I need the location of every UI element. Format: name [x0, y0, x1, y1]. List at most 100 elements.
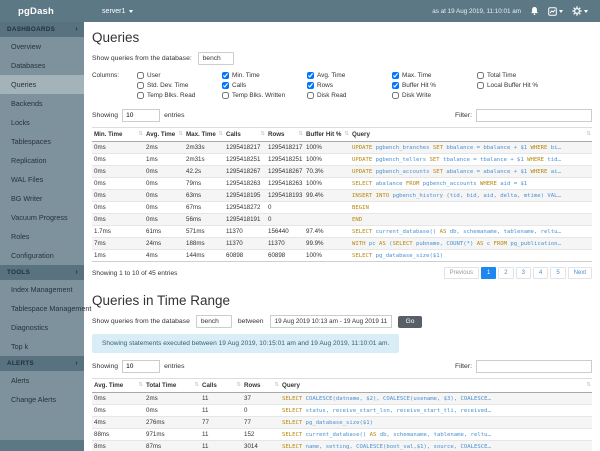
- sidebar-item-replication[interactable]: Replication: [0, 151, 84, 170]
- query-link[interactable]: SELECT current_database() AS db, scheman…: [350, 225, 592, 238]
- pagination-previous[interactable]: Previous: [443, 267, 479, 279]
- query-link[interactable]: UPDATE pgbench_tellers SET tbalance = tb…: [350, 153, 592, 166]
- range-db-label: Show queries from the database: [92, 318, 190, 325]
- sidebar-item-wal-files[interactable]: WAL Files: [0, 170, 84, 189]
- sidebar-item-queries[interactable]: Queries: [0, 75, 84, 94]
- sidebar-item-backends[interactable]: Backends: [0, 94, 84, 113]
- sidebar-item-roles[interactable]: Roles: [0, 227, 84, 246]
- query-link[interactable]: SELECT pg_database_size($1): [280, 416, 592, 429]
- table-header-row: Min. Time ⇅ Avg. Time ⇅ Max. Time ⇅ Calls ⇅ Rows…: [92, 127, 592, 142]
- column-header-avg-time[interactable]: Avg. Time ⇅: [92, 378, 144, 393]
- page-length-input[interactable]: [122, 109, 161, 122]
- db-select[interactable]: bench: [197, 52, 234, 65]
- query-link[interactable]: WITH pc AS (SELECT pubname, COUNT(*) AS …: [350, 237, 592, 250]
- column-checkbox-buffer-hit-%[interactable]: [392, 82, 399, 89]
- column-header-max-time[interactable]: Max. Time ⇅: [184, 127, 224, 142]
- column-header-rows[interactable]: Rows ⇅: [242, 378, 280, 393]
- settings-menu-button[interactable]: [572, 6, 588, 16]
- table-row: 88ms 971ms 11 152 SELECT current_database() …: [92, 428, 592, 441]
- sidebar-item-configuration[interactable]: Configuration: [0, 246, 84, 265]
- table-cell: 2ms: [144, 392, 200, 405]
- column-checkbox-min-time[interactable]: [222, 72, 229, 79]
- column-checkbox-disk-write[interactable]: [392, 92, 399, 99]
- column-header-rows[interactable]: Rows ⇅: [266, 127, 304, 142]
- range-db-select[interactable]: bench: [195, 315, 232, 328]
- pagination-page-2[interactable]: 2: [498, 267, 514, 279]
- query-link[interactable]: BEGIN: [350, 201, 592, 214]
- sidebar-section-alerts[interactable]: ALERTS ›: [0, 356, 84, 371]
- go-button[interactable]: Go: [397, 315, 423, 328]
- column-checkbox-total-time[interactable]: [477, 72, 484, 79]
- column-header-calls[interactable]: Calls ⇅: [224, 127, 266, 142]
- pagination-page-5[interactable]: 5: [550, 267, 566, 279]
- pagination-next[interactable]: Next: [567, 267, 592, 279]
- sidebar-item-diagnostics[interactable]: Diagnostics: [0, 318, 84, 337]
- table-cell: 77: [200, 416, 242, 429]
- pagination: Previous 1 2 3 4 5 Next: [442, 267, 592, 279]
- column-option-label: Temp Blks. Read: [147, 92, 196, 99]
- column-group: Avg. Time Rows Disk Read: [307, 72, 392, 102]
- column-header-calls[interactable]: Calls ⇅: [200, 378, 242, 393]
- sidebar-section-dashboards[interactable]: DASHBOARDS ›: [0, 22, 84, 37]
- query-link[interactable]: UPDATE pgbench_branches SET bbalance = b…: [350, 141, 592, 154]
- column-header-query[interactable]: Query ⇅: [350, 127, 592, 142]
- filter-input-2[interactable]: [476, 360, 592, 373]
- pagination-page-3[interactable]: 3: [515, 267, 531, 279]
- sidebar-item-alerts[interactable]: Alerts: [0, 371, 84, 390]
- table-cell: 0ms: [144, 213, 184, 226]
- column-header-query[interactable]: Query ⇅: [280, 378, 592, 393]
- sidebar-section-tools[interactable]: TOOLS ›: [0, 265, 84, 280]
- table-cell: 100%: [304, 153, 350, 166]
- query-link[interactable]: END: [350, 213, 592, 226]
- sidebar-item-vacuum-progress[interactable]: Vacuum Progress: [0, 208, 84, 227]
- column-header-total-time[interactable]: Total Time ⇅: [144, 378, 200, 393]
- column-option-label: Total Time: [487, 72, 517, 79]
- sidebar-item-change-alerts[interactable]: Change Alerts: [0, 390, 84, 409]
- server-selector[interactable]: server1: [102, 8, 134, 15]
- column-checkbox-std-dev-time[interactable]: [137, 82, 144, 89]
- query-link[interactable]: SELECT name, setting, COALESCE(boot_val,…: [280, 440, 592, 451]
- sidebar-item-databases[interactable]: Databases: [0, 56, 84, 75]
- sidebar-item-tablespaces[interactable]: Tablespaces: [0, 132, 84, 151]
- column-checkbox-max-time[interactable]: [392, 72, 399, 79]
- query-link[interactable]: SELECT current_database() AS db, scheman…: [280, 428, 592, 441]
- date-range-input[interactable]: [269, 315, 392, 328]
- sidebar-item-tablespace-management[interactable]: Tablespace Management: [0, 299, 91, 318]
- sidebar-item-bg-writer[interactable]: BG Writer: [0, 189, 84, 208]
- notifications-button[interactable]: [530, 6, 539, 16]
- column-checkbox-rows[interactable]: [307, 82, 314, 89]
- column-header-buffer-hit-%[interactable]: Buffer Hit % ⇅: [304, 127, 350, 142]
- query-link[interactable]: INSERT INTO pgbench_history (tid, bid, a…: [350, 189, 592, 202]
- query-link[interactable]: SELECT status, receive_start_lsn, receiv…: [280, 404, 592, 417]
- column-header-avg-time[interactable]: Avg. Time ⇅: [144, 127, 184, 142]
- column-checkbox-user[interactable]: [137, 72, 144, 79]
- sidebar-item-locks[interactable]: Locks: [0, 113, 84, 132]
- reports-menu-button[interactable]: [548, 6, 563, 16]
- column-checkbox-local-buffer-hit-%[interactable]: [477, 82, 484, 89]
- sort-icon: ⇅: [274, 382, 279, 388]
- table-cell: 100%: [304, 141, 350, 154]
- sidebar-item-top-k[interactable]: Top k: [0, 337, 84, 356]
- sidebar-item-overview[interactable]: Overview: [0, 37, 84, 56]
- filter-input[interactable]: [476, 109, 592, 122]
- table-cell: 11370: [224, 225, 266, 238]
- sidebar-item-index-management[interactable]: Index Management: [0, 280, 84, 299]
- query-link[interactable]: SELECT pg_database_size($1): [350, 249, 592, 262]
- sort-icon: ⇅: [218, 131, 223, 137]
- column-checkbox-avg-time[interactable]: [307, 72, 314, 79]
- column-header-min-time[interactable]: Min. Time ⇅: [92, 127, 144, 142]
- pagination-page-1[interactable]: 1: [480, 267, 497, 279]
- column-checkbox-temp-blks-read[interactable]: [137, 92, 144, 99]
- query-link[interactable]: SELECT COALESCE(datname, $2), COALESCE(u…: [280, 392, 592, 405]
- column-header-label: Query: [282, 382, 300, 389]
- query-link[interactable]: SELECT abalance FROM pgbench_accounts WH…: [350, 177, 592, 190]
- table-cell: 1295418267: [266, 165, 304, 178]
- column-checkbox-temp-blks-written[interactable]: [222, 92, 229, 99]
- column-checkbox-calls[interactable]: [222, 82, 229, 89]
- column-header-label: Total Time: [146, 382, 177, 389]
- pagination-page-4[interactable]: 4: [532, 267, 549, 279]
- column-header-label: Max. Time: [186, 131, 216, 138]
- query-link[interactable]: UPDATE pgbench_accounts SET abalance = a…: [350, 165, 592, 178]
- page-length-input-2[interactable]: [122, 360, 161, 373]
- column-checkbox-disk-read[interactable]: [307, 92, 314, 99]
